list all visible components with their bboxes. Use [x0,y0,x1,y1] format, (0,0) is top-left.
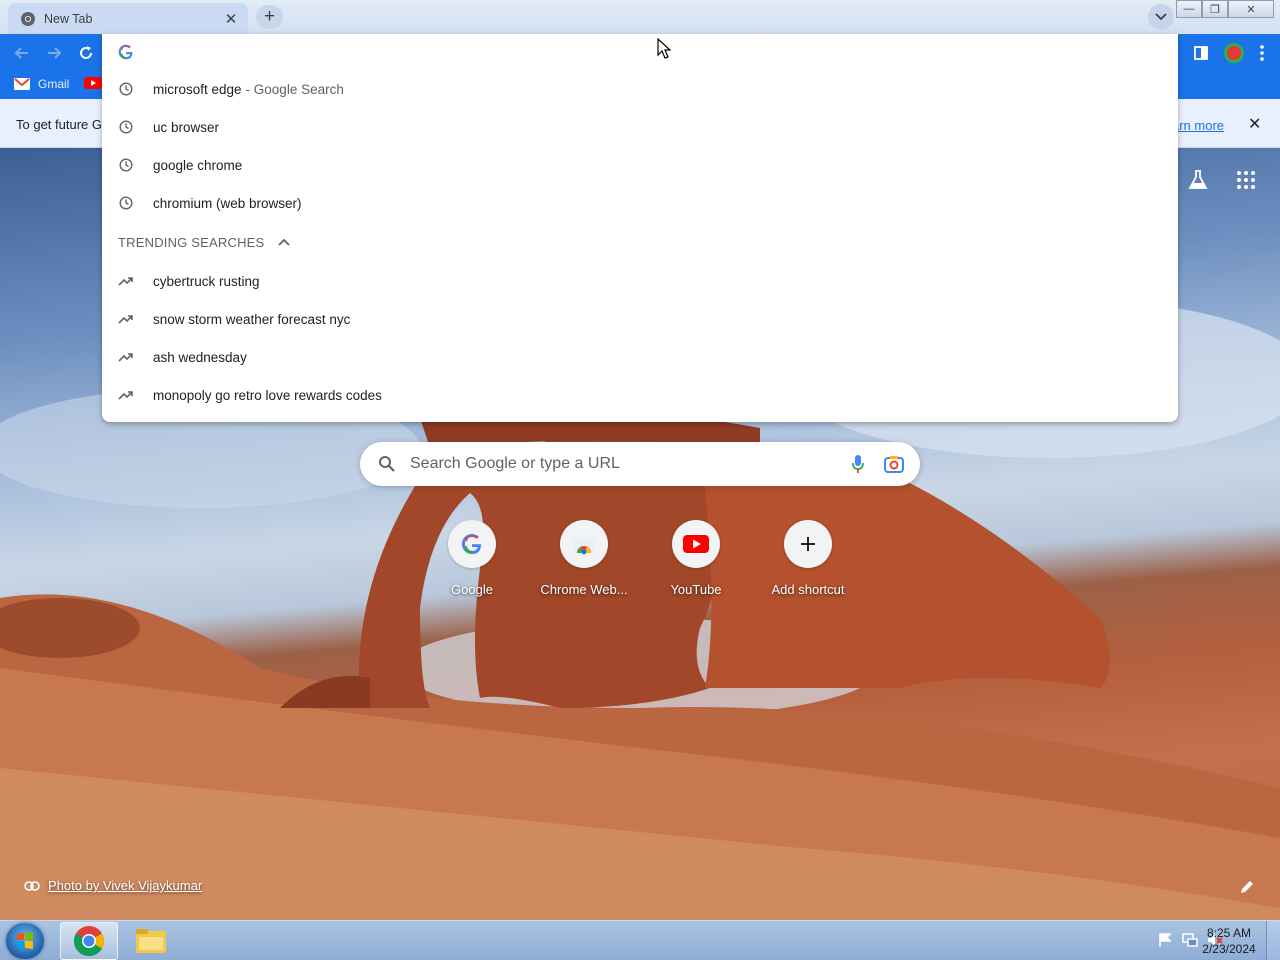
google-apps-icon[interactable] [1236,170,1256,190]
shortcut-label: Google [451,582,493,597]
google-g-icon [118,44,133,60]
chrome-favicon-icon [20,11,36,27]
chrome-icon [73,926,105,957]
suggestion-history[interactable]: microsoft edge - Google Search [102,70,1178,108]
side-panel-icon[interactable] [1193,45,1209,61]
trending-arrow-icon [118,311,134,327]
shortcut-label: YouTube [670,582,722,597]
suggestion-trending[interactable]: cybertruck rusting [102,262,1178,300]
attribution-link[interactable]: Photo by Vivek Vijaykumar [48,878,202,893]
folder-icon [136,929,166,953]
plus-icon [784,520,832,568]
info-bar-close-icon[interactable]: ✕ [1248,114,1261,134]
mouse-cursor-icon [657,38,671,59]
bookmark-gmail[interactable]: Gmail [14,77,69,91]
tab-title: New Tab [44,11,93,26]
trending-header-label: TRENDING SEARCHES [118,234,265,250]
suggestion-text: monopoly go retro love rewards codes [153,387,382,403]
trending-arrow-icon [118,349,134,365]
suggestion-trending[interactable]: ash wednesday [102,338,1178,376]
taskbar-chrome[interactable] [60,922,118,960]
microphone-icon [852,455,864,473]
extensions-area [1178,34,1280,71]
trending-searches-header[interactable]: TRENDING SEARCHES [118,234,292,250]
ntp-search-box[interactable]: Search Google or type a URL [360,442,920,486]
action-center-flag-icon[interactable] [1156,931,1174,949]
suggestion-text: chromium (web browser) [153,195,302,211]
camera-icon [884,456,904,473]
search-placeholder: Search Google or type a URL [410,455,620,472]
suggestion-history[interactable]: google chrome [102,146,1178,184]
back-arrow-icon [14,47,28,59]
suggestion-trending[interactable]: snow storm weather forecast nyc [102,300,1178,338]
learn-more-link[interactable]: arn more [1172,118,1224,133]
clock-date: 2/23/2024 [1202,942,1256,956]
title-bar: New Tab ✕ + — ❐ ✕ [0,0,1280,34]
shortcut-label: Chrome Web... [540,582,628,597]
chrome-labs-icon[interactable] [1186,168,1210,192]
history-clock-icon [118,157,134,173]
omnibox-dropdown: microsoft edge - Google Search uc browse… [102,34,1178,422]
minimize-button[interactable]: — [1176,0,1202,18]
window-close-button[interactable]: ✕ [1228,0,1274,18]
history-clock-icon [118,81,134,97]
link-icon [24,880,40,891]
trending-arrow-icon [118,387,134,403]
start-button[interactable] [6,923,44,959]
chevron-up-icon[interactable] [276,234,292,250]
network-icon[interactable] [1181,931,1199,949]
bookmark-label: Gmail [38,77,70,91]
shortcut-label: Add shortcut [771,582,845,597]
suggestion-history[interactable]: uc browser [102,108,1178,146]
suggestion-text: uc browser [153,119,220,135]
clock-time: 8:25 AM [1206,926,1252,940]
voice-search-button[interactable] [846,452,870,476]
gmail-icon [14,78,30,90]
google-icon [448,520,496,568]
menu-dots-icon[interactable] [1259,44,1265,62]
search-icon [379,456,395,472]
suggestion-text: snow storm weather forecast nyc [153,311,351,327]
taskbar: 8:25 AM 2/23/2024 [0,920,1280,960]
taskbar-file-explorer[interactable] [122,922,180,960]
photo-attribution[interactable]: Photo by Vivek Vijaykumar [24,878,202,893]
history-clock-icon [118,195,134,211]
suggestion-text: microsoft edge [153,81,242,97]
restore-button[interactable]: ❐ [1202,0,1228,18]
forward-arrow-icon [48,47,62,59]
chevron-down-icon [1155,13,1167,21]
suggestion-text: ash wednesday [153,349,247,365]
lens-search-button[interactable] [882,452,906,476]
shortcut-youtube[interactable]: YouTube [640,520,752,597]
suggestion-text: google chrome [153,157,243,173]
taskbar-clock[interactable]: 8:25 AM 2/23/2024 [1198,925,1260,957]
youtube-icon [672,520,720,568]
show-desktop-button[interactable] [1266,921,1280,960]
bookmark-youtube[interactable] [84,77,102,89]
history-clock-icon [118,119,134,135]
tab-close-icon[interactable]: ✕ [222,10,240,28]
tab-new-tab[interactable]: New Tab ✕ [8,3,248,34]
back-button[interactable] [10,41,34,65]
reload-icon [80,46,92,59]
suggestion-trending[interactable]: monopoly go retro love rewards codes [102,376,1178,414]
window-controls: — ❐ ✕ [1176,0,1274,18]
profile-avatar-icon[interactable] [1223,42,1245,64]
reload-button[interactable] [74,41,98,65]
suggestion-history[interactable]: chromium (web browser) [102,184,1178,222]
info-bar-message: To get future G [16,117,102,132]
youtube-icon [84,77,102,89]
suggestion-text: cybertruck rusting [153,273,260,289]
forward-button[interactable] [42,41,66,65]
trending-arrow-icon [118,273,134,289]
shortcut-chrome-web-store[interactable]: Chrome Web... [528,520,640,597]
customize-pencil-icon[interactable] [1238,878,1256,896]
tab-search-button[interactable] [1148,4,1174,30]
windows-logo-icon [17,932,33,949]
chrome-web-store-icon [560,520,608,568]
new-tab-button[interactable]: + [256,5,283,29]
shortcut-google[interactable]: Google [416,520,528,597]
add-shortcut-button[interactable]: Add shortcut [752,520,864,597]
suggestion-desc: - Google Search [245,81,344,97]
